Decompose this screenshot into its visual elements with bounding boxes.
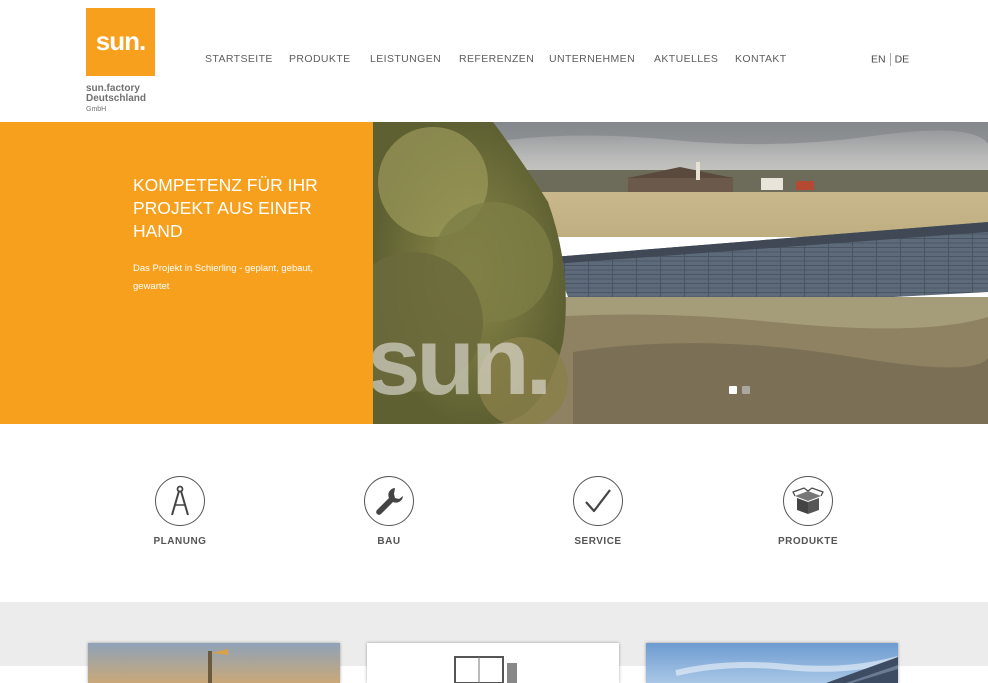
nav-item-startseite[interactable]: STARTSEITE xyxy=(205,53,273,65)
feature-label: PLANUNG xyxy=(153,536,207,547)
lang-divider xyxy=(889,53,891,66)
hero-slider: KOMPETENZ FÜR IHR PROJEKT AUS EINER HAND… xyxy=(0,122,988,424)
teaser-image-3 xyxy=(646,643,898,683)
hero-watermark: sun. xyxy=(373,308,548,415)
box-icon xyxy=(783,476,833,526)
feature-bau[interactable]: BAU xyxy=(329,476,449,547)
feature-service[interactable]: SERVICE xyxy=(538,476,658,547)
slider-dot-1[interactable] xyxy=(729,386,737,394)
nav-item-unternehmen[interactable]: UNTERNEHMEN xyxy=(549,53,635,65)
feature-planung[interactable]: PLANUNG xyxy=(120,476,240,547)
feature-label: SERVICE xyxy=(574,536,622,547)
compass-icon xyxy=(155,476,205,526)
wrench-icon xyxy=(364,476,414,526)
teaser-card-3[interactable] xyxy=(646,643,898,683)
nav-item-kontakt[interactable]: KONTAKT xyxy=(735,53,787,65)
nav-item-referenzen[interactable]: REFERENZEN xyxy=(459,53,534,65)
checkmark-icon xyxy=(573,476,623,526)
logo-mark: sun. xyxy=(95,26,146,56)
services-section: PLANUNG BAU SERVICE PRODUKTE xyxy=(0,424,988,602)
slider-dot-2[interactable] xyxy=(742,386,750,394)
lang-de-link[interactable]: DE xyxy=(895,53,910,65)
feature-produkte[interactable]: PRODUKTE xyxy=(748,476,868,547)
language-switcher: EN DE xyxy=(871,53,909,66)
nav-item-leistungen[interactable]: LEISTUNGEN xyxy=(370,53,441,65)
hero-description: Das Projekt in Schierling - geplant, geb… xyxy=(133,263,314,292)
teaser-section xyxy=(0,602,988,683)
feature-label: BAU xyxy=(377,536,401,547)
nav-item-aktuelles[interactable]: AKTUELLES xyxy=(654,53,718,65)
lang-en-link[interactable]: EN xyxy=(871,53,886,65)
logo[interactable]: sun. xyxy=(86,8,155,76)
solar-field-photo: sun. xyxy=(373,122,988,424)
teaser-image-2 xyxy=(367,643,619,683)
hero-text-panel: KOMPETENZ FÜR IHR PROJEKT AUS EINER HAND… xyxy=(0,122,373,424)
feature-label: PRODUKTE xyxy=(777,536,839,547)
teaser-image-1 xyxy=(88,643,340,683)
teaser-card-1[interactable] xyxy=(88,643,340,683)
logo-line-3: GmbH xyxy=(86,106,107,113)
nav-item-produkte[interactable]: PRODUKTE xyxy=(289,53,351,65)
hero-title: KOMPETENZ FÜR IHR PROJEKT AUS EINER HAND xyxy=(133,175,318,241)
logo-line-2: Deutschland xyxy=(86,93,147,104)
site-header: sun. sun.factory Deutschland GmbH STARTS… xyxy=(0,0,988,122)
logo-company-name[interactable]: sun.factory Deutschland GmbH xyxy=(86,84,176,115)
hero-image: sun. xyxy=(373,122,988,424)
teaser-card-2[interactable] xyxy=(367,643,619,683)
